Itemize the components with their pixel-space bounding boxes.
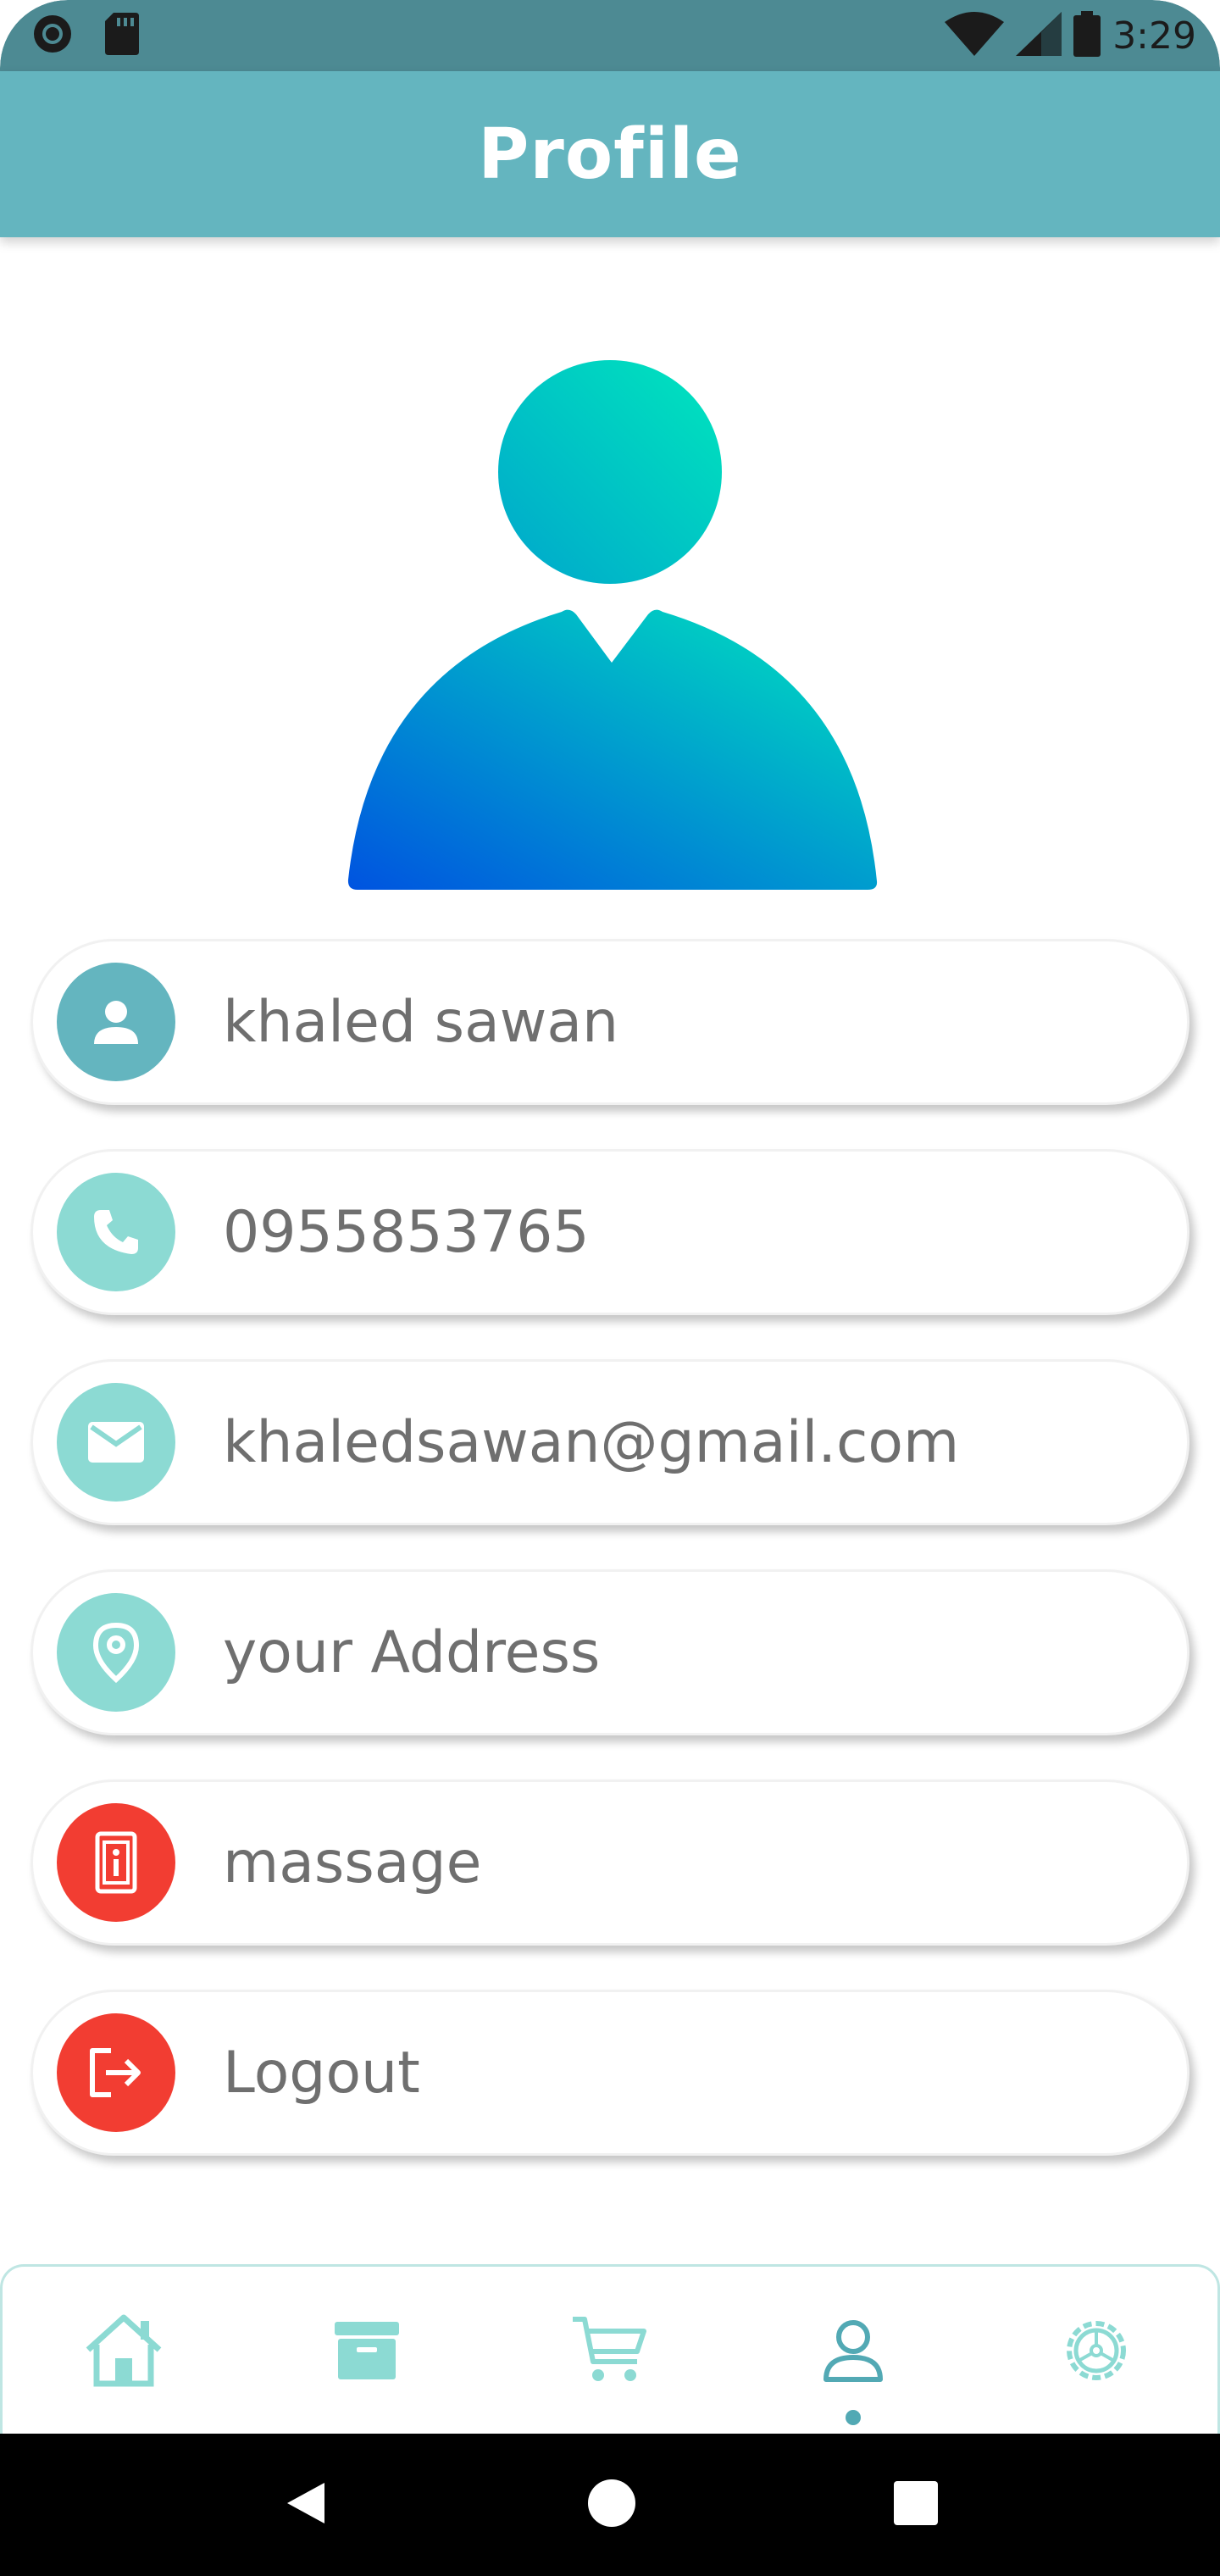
nav-archive[interactable] [316,2300,418,2401]
system-navigation-bar [0,2434,1220,2576]
email-card[interactable]: khaledsawan@gmail.com [30,1359,1190,1525]
home-icon [86,2314,162,2386]
settings-gear-icon [1066,2320,1126,2380]
phone-card[interactable]: 0955853765 [30,1149,1190,1315]
wifi-icon [945,11,1005,60]
home-circle-icon[interactable] [586,2478,637,2533]
logout-icon [57,2013,175,2132]
status-right: 3:29 [945,10,1196,61]
nav-settings[interactable] [1045,2300,1147,2401]
person-avatar-icon [347,360,878,890]
bottom-navigation [0,2264,1220,2434]
nav-profile[interactable] [802,2300,904,2425]
address-card[interactable]: your Address [30,1569,1190,1735]
location-pin-icon [57,1593,175,1712]
cellular-signal-icon [1016,11,1062,60]
shopping-cart-icon [572,2316,646,2381]
phone-icon [57,1173,175,1291]
message-label: massage [223,1829,482,1896]
logout-label: Logout [223,2039,420,2107]
email-label: khaledsawan@gmail.com [223,1408,960,1476]
status-time: 3:29 [1112,14,1196,58]
sd-card-icon [105,12,139,59]
status-left [30,12,139,60]
nav-cart[interactable] [559,2300,661,2401]
profile-icon [823,2319,883,2382]
profile-name-card[interactable]: khaled sawan [30,939,1190,1105]
message-device-icon [57,1803,175,1922]
battery-icon [1073,10,1101,61]
back-icon[interactable] [280,2478,331,2533]
person-icon [57,963,175,1081]
profile-name-label: khaled sawan [223,988,619,1056]
phone-label: 0955853765 [223,1198,590,1266]
archive-box-icon [335,2321,400,2379]
sync-icon [30,12,75,60]
logout-card[interactable]: Logout [30,1990,1190,2156]
address-label: your Address [223,1618,601,1686]
active-indicator [845,2409,861,2425]
message-card[interactable]: massage [30,1779,1190,1946]
page-title: Profile [478,114,742,195]
profile-screen: 3:29 Profile khaled sawan 0955853765 kha… [0,0,1220,2576]
nav-home[interactable] [73,2300,175,2401]
profile-avatar [339,356,881,898]
status-bar: 3:29 [0,0,1220,71]
app-bar: Profile [0,71,1220,237]
recents-icon[interactable] [892,2479,940,2531]
email-icon [57,1383,175,1502]
